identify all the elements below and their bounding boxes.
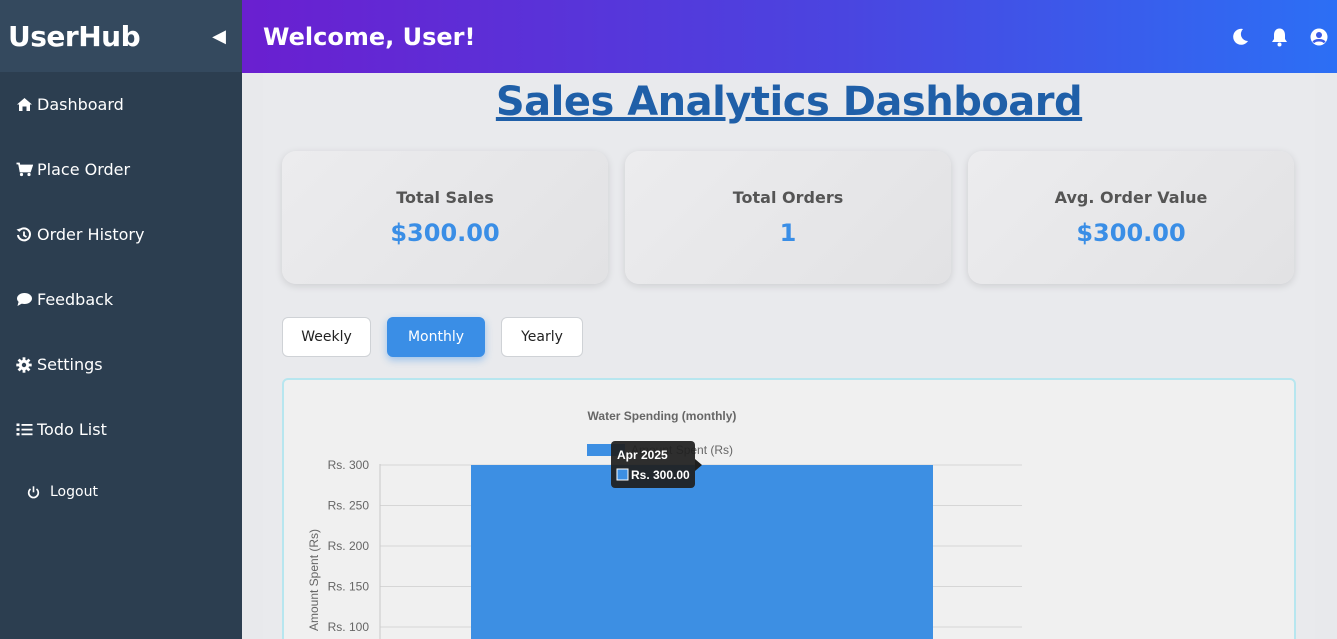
brand-bar: UserHub ◀ xyxy=(0,0,242,72)
stat-label: Avg. Order Value xyxy=(1054,188,1208,207)
chart-title: Water Spending (monthly) xyxy=(588,409,737,423)
stat-card-total-orders: Total Orders 1 xyxy=(625,151,951,284)
power-icon xyxy=(27,485,40,499)
gear-icon xyxy=(16,356,36,373)
sidebar-item-label: Settings xyxy=(37,355,103,374)
y-tick-label: Rs. 150 xyxy=(328,580,370,594)
sidebar-item-todo-list[interactable]: Todo List xyxy=(0,397,242,462)
stat-card-avg-order-value: Avg. Order Value $300.00 xyxy=(968,151,1294,284)
dark-mode-moon-icon[interactable] xyxy=(1230,27,1250,47)
period-weekly-button[interactable]: Weekly xyxy=(282,317,371,357)
stat-label: Total Orders xyxy=(732,188,844,207)
tooltip-value: Rs. 300.00 xyxy=(631,468,690,482)
stat-value: $300.00 xyxy=(1076,219,1186,247)
sidebar-item-label: Place Order xyxy=(37,160,131,179)
sidebar-item-place-order[interactable]: Place Order xyxy=(0,137,242,202)
user-profile-icon[interactable] xyxy=(1309,27,1329,47)
welcome-text: Welcome, User! xyxy=(263,22,476,51)
sidebar-item-settings[interactable]: Settings xyxy=(0,332,242,397)
stat-card-total-sales: Total Sales $300.00 xyxy=(282,151,608,284)
sidebar-item-label: Dashboard xyxy=(37,95,124,114)
logout-label: Logout xyxy=(50,484,98,500)
chart-bar xyxy=(471,465,933,639)
sidebar-item-label: Feedback xyxy=(37,290,114,309)
y-tick-label: Rs. 100 xyxy=(328,620,370,634)
y-tick-label: Rs. 200 xyxy=(328,539,370,553)
stat-value: 1 xyxy=(779,219,797,247)
page-title: Sales Analytics Dashboard xyxy=(495,79,1083,125)
period-yearly-button[interactable]: Yearly xyxy=(501,317,583,357)
sidebar: UserHub ◀ Dashboard Place Order Order Hi… xyxy=(0,0,242,639)
y-axis-label: Amount Spent (Rs) xyxy=(307,529,321,631)
stat-value: $300.00 xyxy=(390,219,500,247)
period-monthly-button[interactable]: Monthly xyxy=(387,317,485,357)
top-header: Welcome, User! xyxy=(242,0,1337,73)
sidebar-item-order-history[interactable]: Order History xyxy=(0,202,242,267)
tooltip-title: Apr 2025 xyxy=(617,448,668,462)
main-content: Sales Analytics Dashboard Total Sales $3… xyxy=(263,73,1315,639)
cart-icon xyxy=(16,162,36,177)
logout-button[interactable]: Logout xyxy=(0,462,242,522)
y-tick-label: Rs. 250 xyxy=(328,499,370,513)
brand-logo: UserHub xyxy=(8,19,141,53)
notification-bell-icon[interactable] xyxy=(1270,27,1289,47)
history-icon xyxy=(16,226,36,243)
sidebar-nav: Dashboard Place Order Order History Feed… xyxy=(0,72,242,462)
sidebar-item-label: Order History xyxy=(37,225,145,244)
y-tick-label: Rs. 300 xyxy=(328,458,370,472)
tooltip-swatch xyxy=(616,468,629,481)
sidebar-item-label: Todo List xyxy=(37,420,107,439)
comment-icon xyxy=(16,292,36,307)
header-actions xyxy=(1230,27,1337,47)
stat-label: Total Sales xyxy=(396,188,494,207)
collapse-sidebar-button[interactable]: ◀ xyxy=(212,26,226,47)
home-icon xyxy=(16,97,36,112)
sidebar-item-dashboard[interactable]: Dashboard xyxy=(0,72,242,137)
spending-bar-chart: Water Spending (monthly) Amount Spent (Rs… xyxy=(307,409,1022,639)
list-icon xyxy=(16,422,36,437)
sidebar-item-feedback[interactable]: Feedback xyxy=(0,267,242,332)
chart-container: Water Spending (monthly) Amount Spent (Rs… xyxy=(282,378,1296,639)
